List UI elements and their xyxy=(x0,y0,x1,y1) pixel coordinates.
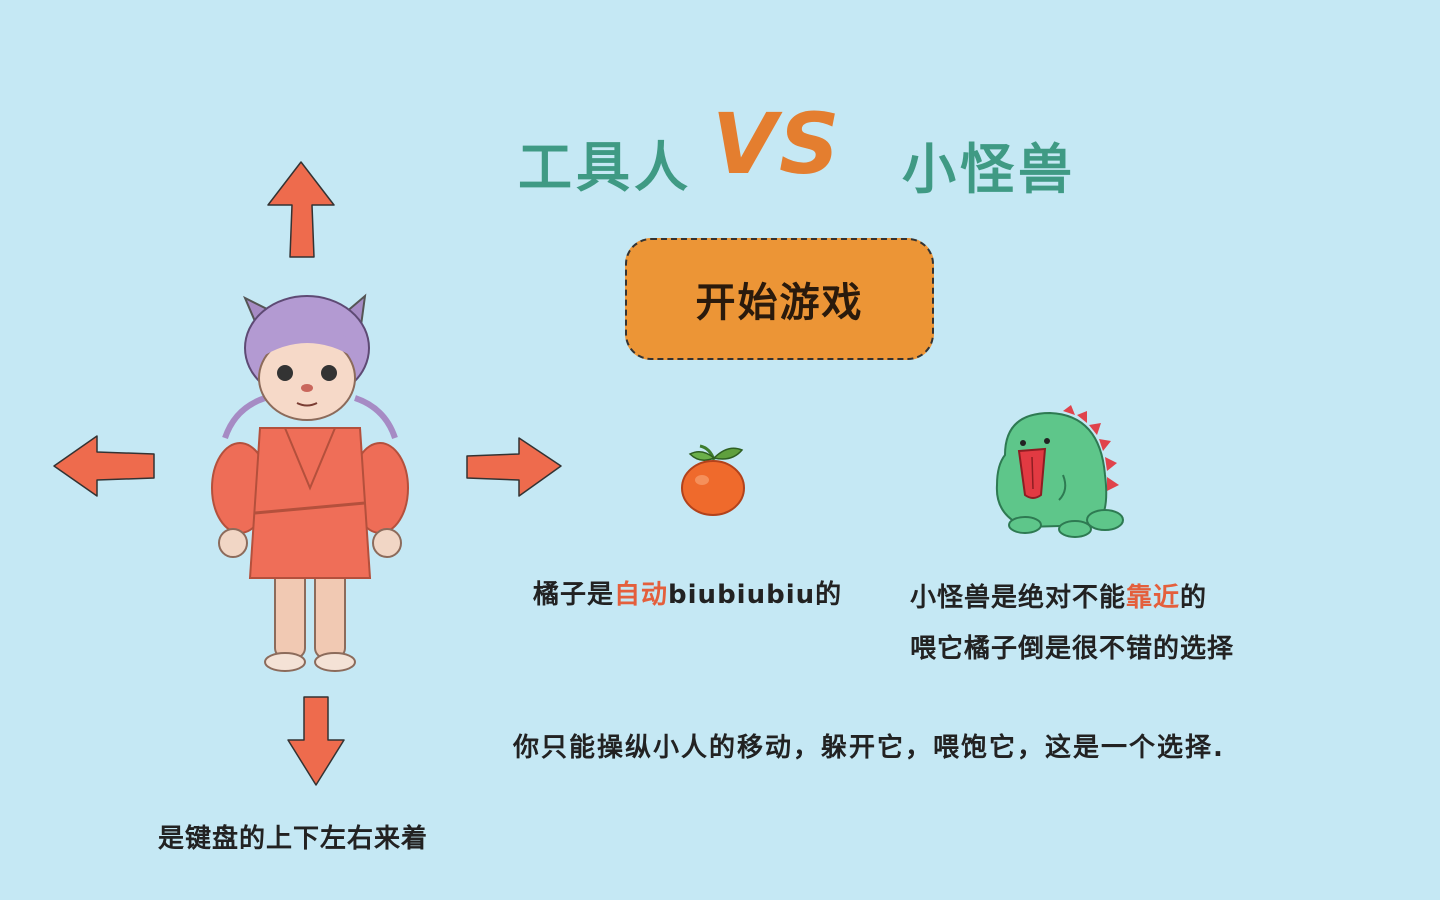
arrow-left-icon xyxy=(52,434,156,498)
title-vs: VS xyxy=(712,95,842,193)
arrow-right-icon xyxy=(465,436,563,498)
game-title: 工具人 VS 小怪兽 xyxy=(0,95,1440,205)
controls-text: 是键盘的上下左右来着 xyxy=(158,824,429,854)
start-game-button[interactable]: 开始游戏 xyxy=(625,238,934,360)
orange-description: 橘子是自动biubiubiu的 xyxy=(533,574,842,611)
instruction-text: 你只能操纵小人的移动，躲开它，喂饱它，这是一个选择. xyxy=(513,733,1225,763)
orange-icon xyxy=(680,442,748,522)
player-character xyxy=(205,288,415,682)
monster-text-highlight: 靠近 xyxy=(1126,583,1181,613)
arrow-down-icon xyxy=(286,695,346,787)
orange-text-suffix: biubiubiu的 xyxy=(668,580,843,610)
orange-text-prefix: 橘子是 xyxy=(533,580,615,610)
title-right: 小怪兽 xyxy=(902,138,1076,201)
monster-description-line2: 喂它橘子倒是很不错的选择 xyxy=(910,634,1235,664)
monster-description-line1: 小怪兽是绝对不能靠近的 xyxy=(910,577,1207,614)
monster-text-prefix: 小怪兽是绝对不能 xyxy=(910,583,1127,613)
arrow-up-icon xyxy=(266,160,336,260)
orange-text-highlight: 自动 xyxy=(614,580,669,610)
monster-text-suffix: 的 xyxy=(1180,583,1208,613)
monster-icon xyxy=(985,405,1125,544)
title-left: 工具人 xyxy=(518,136,692,199)
